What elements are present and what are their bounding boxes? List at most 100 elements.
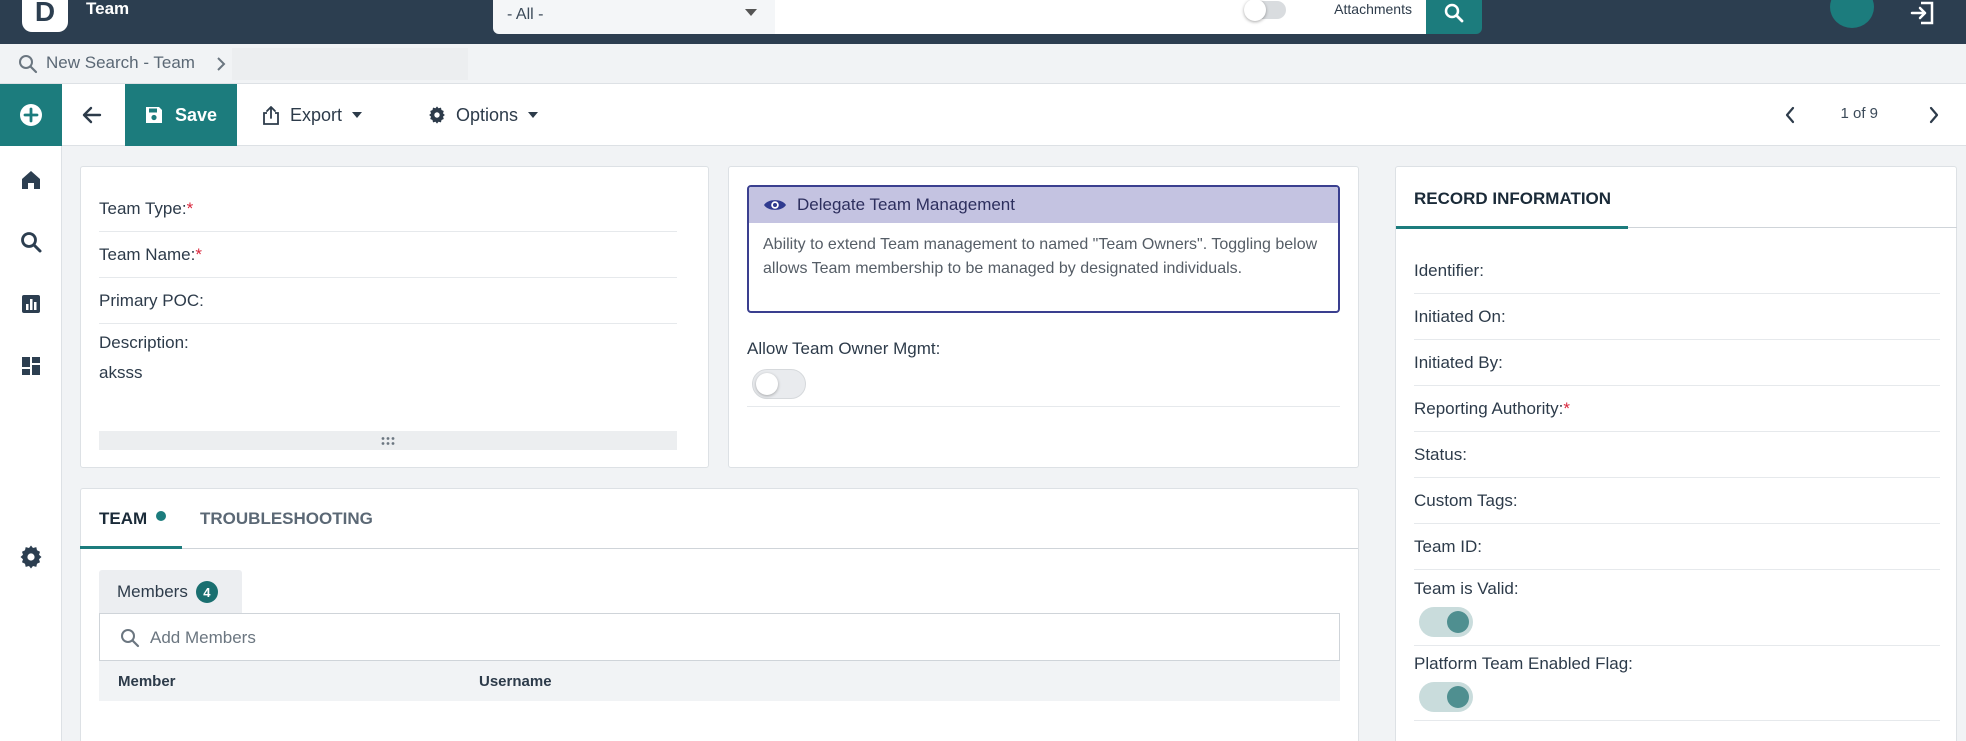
divider bbox=[1414, 645, 1940, 646]
search-icon bbox=[1444, 3, 1464, 23]
team-name-label: Team Name: bbox=[99, 245, 196, 264]
record-information-card: RECORD INFORMATION Identifier: Initiated… bbox=[1395, 166, 1957, 741]
search-scope-select[interactable]: - All - bbox=[493, 0, 775, 34]
delegate-header: Delegate Team Management bbox=[749, 187, 1338, 223]
active-tab-underline bbox=[80, 546, 182, 549]
breadcrumb: New Search - Team bbox=[0, 44, 1966, 84]
search-icon[interactable] bbox=[19, 230, 43, 254]
back-arrow-icon[interactable] bbox=[80, 103, 104, 127]
initiated-by-label: Initiated By: bbox=[1414, 353, 1503, 372]
divider bbox=[99, 323, 677, 324]
caret-down-icon bbox=[528, 112, 539, 118]
search-icon bbox=[19, 55, 38, 74]
record-toolbar: Save Export Options 1 of 9 bbox=[62, 84, 1966, 146]
gear-icon bbox=[429, 106, 445, 124]
divider bbox=[747, 406, 1340, 407]
members-label: Members bbox=[117, 582, 188, 601]
team-id-label: Team ID: bbox=[1414, 537, 1483, 556]
platform-flag-toggle bbox=[1419, 682, 1473, 712]
left-sidebar bbox=[0, 84, 62, 741]
initiated-on-label: Initiated On: bbox=[1414, 307, 1506, 326]
tab-team-label: TEAM bbox=[99, 509, 148, 528]
app-title: Team bbox=[86, 0, 130, 18]
textarea-resize-handle[interactable] bbox=[99, 431, 677, 450]
members-count-badge: 4 bbox=[195, 581, 218, 603]
avatar[interactable] bbox=[1830, 0, 1874, 28]
description-textarea[interactable]: aksss bbox=[99, 363, 142, 383]
caret-down-icon bbox=[352, 112, 363, 118]
plus-circle-icon bbox=[20, 104, 42, 126]
search-button[interactable] bbox=[1426, 0, 1482, 34]
primary-poc-label: Primary POC: bbox=[99, 291, 204, 310]
add-members-placeholder: Add Members bbox=[150, 628, 256, 647]
settings-gear-icon[interactable] bbox=[19, 545, 43, 569]
record-information-title: RECORD INFORMATION bbox=[1414, 189, 1612, 208]
primary-poc-field[interactable]: Primary POC: bbox=[99, 291, 204, 311]
reports-icon[interactable] bbox=[19, 292, 43, 316]
allow-owner-mgmt-toggle[interactable] bbox=[752, 369, 806, 399]
home-icon[interactable] bbox=[19, 168, 43, 192]
drag-handle-icon bbox=[381, 436, 395, 445]
delegate-info-box: Delegate Team Management Ability to exte… bbox=[747, 185, 1340, 313]
divider bbox=[1414, 385, 1940, 386]
column-header-member[interactable]: Member bbox=[118, 673, 176, 690]
divider bbox=[1414, 569, 1940, 570]
tab-troubleshooting[interactable]: TROUBLESHOOTING bbox=[200, 509, 373, 529]
divider bbox=[1414, 339, 1940, 340]
logout-icon bbox=[1910, 1, 1934, 25]
team-type-label: Team Type: bbox=[99, 199, 187, 218]
divider bbox=[1414, 477, 1940, 478]
next-record-button[interactable] bbox=[1928, 105, 1940, 125]
divider bbox=[99, 231, 677, 232]
members-table-header: Member Username bbox=[99, 661, 1340, 701]
team-valid-toggle bbox=[1419, 607, 1473, 637]
search-scope-value: - All - bbox=[507, 6, 544, 23]
required-marker: * bbox=[195, 245, 202, 264]
delegate-description: Ability to extend Team management to nam… bbox=[763, 236, 1318, 277]
export-menu-button[interactable]: Export bbox=[262, 84, 363, 146]
tab-indicator-dot bbox=[155, 511, 166, 521]
save-button[interactable]: Save bbox=[125, 84, 237, 146]
previous-record-button[interactable] bbox=[1784, 105, 1796, 125]
attachments-label: Attachments bbox=[1334, 1, 1412, 17]
logout-button[interactable] bbox=[1908, 0, 1938, 28]
column-header-username[interactable]: Username bbox=[479, 673, 552, 690]
global-search-input[interactable]: Attachments bbox=[775, 0, 1426, 34]
app-logo[interactable]: D bbox=[22, 0, 68, 32]
breadcrumb-new-search-link[interactable]: New Search - Team bbox=[46, 53, 195, 73]
custom-tags-label: Custom Tags: bbox=[1414, 491, 1518, 510]
members-subtab[interactable]: Members 4 bbox=[99, 570, 242, 614]
tab-team[interactable]: TEAM bbox=[99, 509, 166, 529]
options-menu-button[interactable]: Options bbox=[428, 84, 539, 146]
export-button-label: Export bbox=[290, 104, 343, 125]
search-icon bbox=[121, 629, 140, 648]
save-disk-icon bbox=[145, 107, 162, 123]
options-button-label: Options bbox=[456, 104, 519, 125]
add-members-input[interactable]: Add Members bbox=[99, 613, 1340, 661]
team-name-field[interactable]: Team Name:* bbox=[99, 245, 202, 265]
identifier-label: Identifier: bbox=[1414, 261, 1484, 280]
attachments-toggle[interactable] bbox=[1244, 0, 1286, 21]
divider bbox=[99, 277, 677, 278]
record-info-tab-underline bbox=[1396, 226, 1628, 229]
chevron-down-icon bbox=[745, 9, 757, 16]
reporting-authority-field[interactable]: Reporting Authority:* bbox=[1414, 399, 1570, 419]
divider bbox=[1628, 227, 1957, 228]
create-new-button[interactable] bbox=[0, 84, 62, 146]
pager-position: 1 of 9 bbox=[1840, 105, 1878, 122]
team-type-field[interactable]: Team Type:* bbox=[99, 199, 193, 219]
required-marker: * bbox=[186, 199, 194, 218]
breadcrumb-current-placeholder bbox=[232, 48, 468, 80]
chevron-right-icon bbox=[217, 57, 226, 71]
divider bbox=[1414, 523, 1940, 524]
dashboard-icon[interactable] bbox=[19, 354, 43, 378]
share-export-icon bbox=[263, 106, 279, 125]
divider bbox=[1414, 293, 1940, 294]
eye-icon bbox=[764, 200, 786, 210]
status-label: Status: bbox=[1414, 445, 1467, 464]
allow-owner-mgmt-label: Allow Team Owner Mgmt: bbox=[747, 339, 941, 358]
required-marker: * bbox=[1563, 399, 1570, 418]
team-details-card: Team Type:* Team Name:* Primary POC: Des… bbox=[80, 166, 709, 468]
top-bar: D Team - All - Attachments bbox=[0, 0, 1966, 44]
divider bbox=[1414, 431, 1940, 432]
